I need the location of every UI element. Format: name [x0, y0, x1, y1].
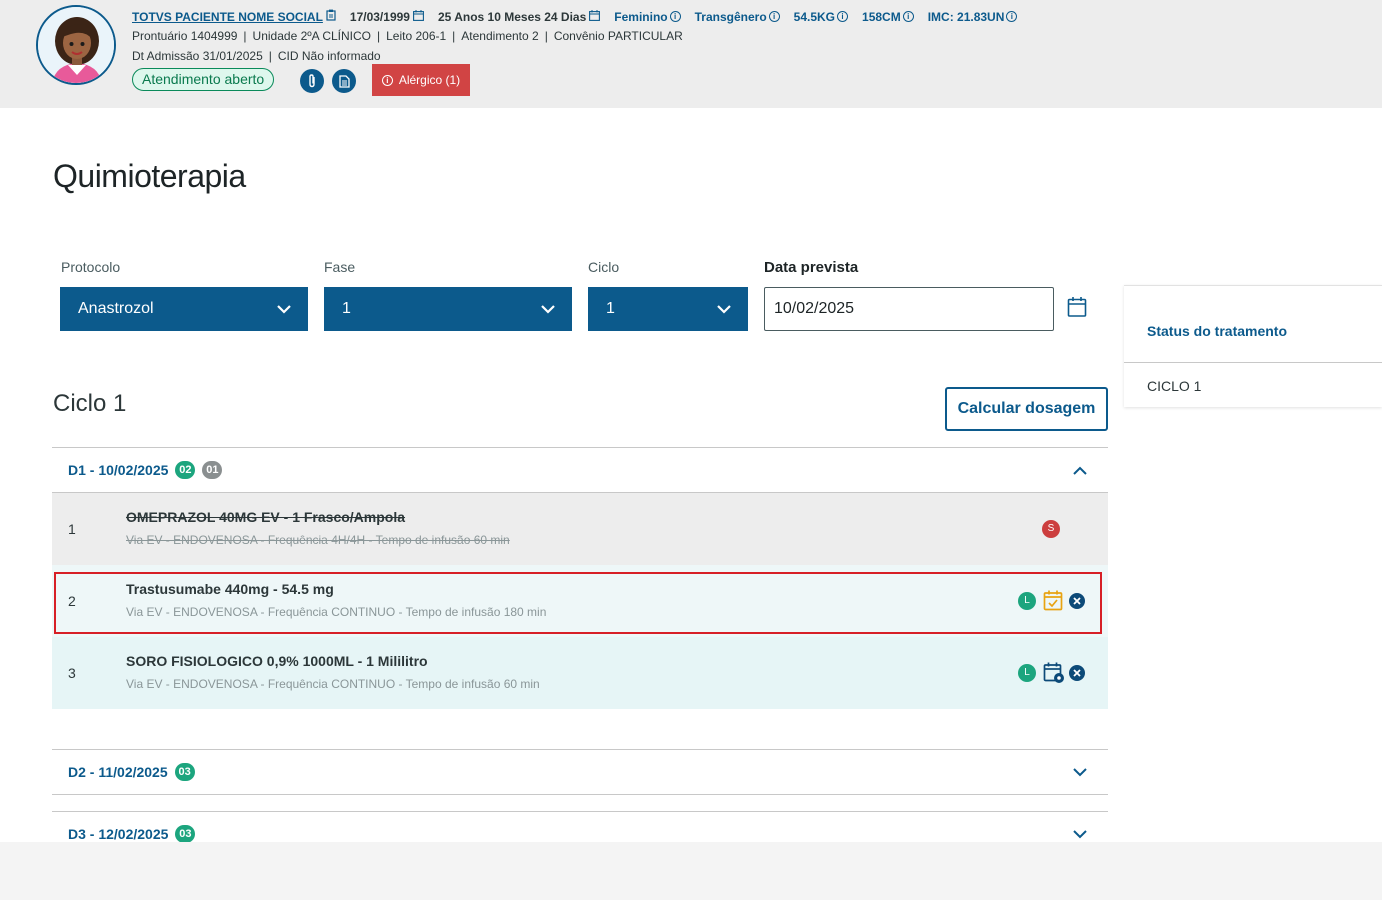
info-icon[interactable]: i — [669, 11, 681, 22]
item-number: 1 — [68, 521, 76, 537]
info-icon[interactable]: i — [1006, 11, 1018, 22]
page-title: Quimioterapia — [53, 158, 246, 194]
protocolo-select[interactable]: Anastrozol — [60, 287, 308, 331]
cycle-title: Ciclo 1 — [53, 390, 127, 417]
item-title: SORO FISIOLOGICO 0,9% 1000ML - 1 Mililit… — [126, 653, 428, 669]
calendar-icon[interactable] — [1067, 296, 1087, 323]
weight-text: 54.5KG — [793, 9, 836, 24]
ciclo-value: 1 — [606, 300, 615, 317]
leito: Leito 206-1 — [386, 29, 447, 43]
calendar-icon — [413, 9, 424, 24]
status-badge: L — [1018, 664, 1036, 682]
patient-info-line-1: TOTVS PACIENTE NOME SOCIAL 17/03/1999 25… — [132, 9, 1031, 24]
fase-label: Fase — [324, 259, 356, 275]
gender[interactable]: Transgênero i — [695, 10, 780, 24]
day-label-text: D2 - 11/02/2025 — [68, 764, 168, 780]
chevron-up-icon[interactable] — [1072, 464, 1088, 476]
paperclip-icon — [309, 74, 315, 88]
bottom-area — [0, 842, 1382, 900]
convenio: Convênio PARTICULAR — [553, 29, 683, 43]
gender-text: Transgênero — [694, 9, 767, 24]
patient-header: TOTVS PACIENTE NOME SOCIAL 17/03/1999 25… — [0, 0, 1382, 108]
protocolo-value: Anastrozol — [78, 300, 154, 317]
sex[interactable]: Feminino i — [614, 9, 681, 24]
protocolo-label: Protocolo — [61, 259, 121, 275]
item-subtitle: Via EV - ENDOVENOSA - Frequência 4H/4H -… — [126, 533, 510, 547]
item-title: OMEPRAZOL 40MG EV - 1 Frasco/Ampola — [126, 509, 406, 525]
cid: CID Não informado — [277, 49, 381, 63]
imc[interactable]: IMC: 21.83UN i — [928, 10, 1018, 24]
cycle-status-item[interactable]: CICLO 1 — [1147, 378, 1201, 394]
count-badge: 01 — [202, 461, 223, 479]
patient-avatar — [36, 5, 116, 85]
allergy-button[interactable]: i Alérgico (1) — [372, 64, 470, 96]
patient-name[interactable]: TOTVS PACIENTE NOME SOCIAL — [132, 10, 323, 24]
chevron-down-icon[interactable] — [1072, 766, 1088, 778]
patient-info-line-3: Dt Admissão 31/01/2025 | CID Não informado — [132, 49, 381, 63]
item-number: 3 — [68, 665, 76, 681]
calcular-dosagem-button[interactable]: Calcular dosagem — [945, 387, 1108, 431]
chevron-down-icon[interactable] — [1072, 828, 1088, 840]
birth-date-text: 17/03/1999 — [349, 9, 410, 24]
status-badge: S — [1042, 520, 1060, 538]
chevron-down-icon — [277, 305, 291, 314]
age-text: 25 Anos 10 Meses 24 Dias — [437, 9, 587, 24]
unidade: Unidade 2ºA CLÍNICO — [252, 29, 371, 43]
count-badge: 03 — [174, 763, 195, 781]
weight[interactable]: 54.5KG i — [793, 9, 849, 24]
day-accordion-d1[interactable]: D1 - 10/02/2025 02 01 — [52, 447, 1108, 493]
list-item[interactable]: 3 SORO FISIOLOGICO 0,9% 1000ML - 1 Milil… — [52, 637, 1108, 709]
allergy-label: Alérgico (1) — [398, 73, 461, 87]
sex-text: Feminino — [614, 9, 668, 24]
status-badge: Atendimento aberto — [132, 68, 275, 91]
imc-text: IMC: 21.83UN — [927, 9, 1005, 24]
divider — [1124, 362, 1382, 363]
list-item[interactable]: 1 OMEPRAZOL 40MG EV - 1 Frasco/Ampola Vi… — [52, 493, 1108, 565]
day-label: D1 - 10/02/2025 02 01 — [68, 461, 223, 479]
calendar-icon — [589, 9, 601, 24]
atendimento: Atendimento 2 — [461, 29, 539, 43]
document-icon — [338, 74, 350, 88]
chevron-down-icon — [541, 305, 555, 314]
fase-select[interactable]: 1 — [324, 287, 572, 331]
close-circle-icon[interactable] — [1069, 665, 1085, 686]
data-prevista-input[interactable]: 10/02/2025 — [764, 287, 1054, 331]
treatment-status-panel: Status do tratamento CICLO 1 — [1124, 285, 1382, 407]
day-accordion-d2[interactable]: D2 - 11/02/2025 03 — [52, 749, 1108, 795]
birth-date: 17/03/1999 — [349, 9, 424, 24]
treatment-status-title[interactable]: Status do tratamento — [1147, 323, 1287, 339]
day-label-text: D3 - 12/02/2025 — [68, 826, 169, 842]
attachment-button[interactable] — [300, 69, 324, 93]
selected-row-highlight — [54, 572, 1102, 634]
patient-info-line-2: Prontuário 1404999 | Unidade 2ºA CLÍNICO | L… — [132, 29, 683, 43]
document-button[interactable] — [332, 69, 356, 93]
prontuario: Prontuário 1404999 — [132, 29, 238, 43]
count-badge: 02 — [175, 461, 196, 479]
day-label: D3 - 12/02/2025 03 — [68, 825, 196, 843]
chevron-down-icon — [717, 305, 731, 314]
copy-icon[interactable] — [326, 9, 336, 24]
item-subtitle: Via EV - ENDOVENOSA - Frequência CONTINU… — [126, 677, 540, 691]
day-label: D2 - 11/02/2025 03 — [68, 763, 195, 781]
count-badge: 03 — [175, 825, 196, 843]
ciclo-select[interactable]: 1 — [588, 287, 748, 331]
info-icon[interactable]: i — [902, 11, 914, 22]
height-text: 158CM — [862, 9, 901, 24]
age: 25 Anos 10 Meses 24 Dias — [437, 9, 601, 24]
admissao: Dt Admissão 31/01/2025 — [132, 49, 263, 63]
info-icon[interactable]: i — [768, 11, 780, 22]
day-label-text: D1 - 10/02/2025 — [68, 462, 169, 478]
calendar-settings-icon[interactable] — [1043, 662, 1065, 689]
main-content: Quimioterapia Protocolo Fase Ciclo Data … — [0, 108, 1382, 843]
patient-name-link[interactable]: TOTVS PACIENTE NOME SOCIAL — [132, 9, 336, 24]
info-icon[interactable]: i — [837, 11, 849, 22]
height[interactable]: 158CM i — [862, 10, 914, 24]
ciclo-label: Ciclo — [588, 259, 620, 275]
alert-icon: i — [381, 74, 393, 86]
fase-value: 1 — [342, 300, 351, 317]
data-prevista-label: Data prevista — [764, 259, 859, 276]
